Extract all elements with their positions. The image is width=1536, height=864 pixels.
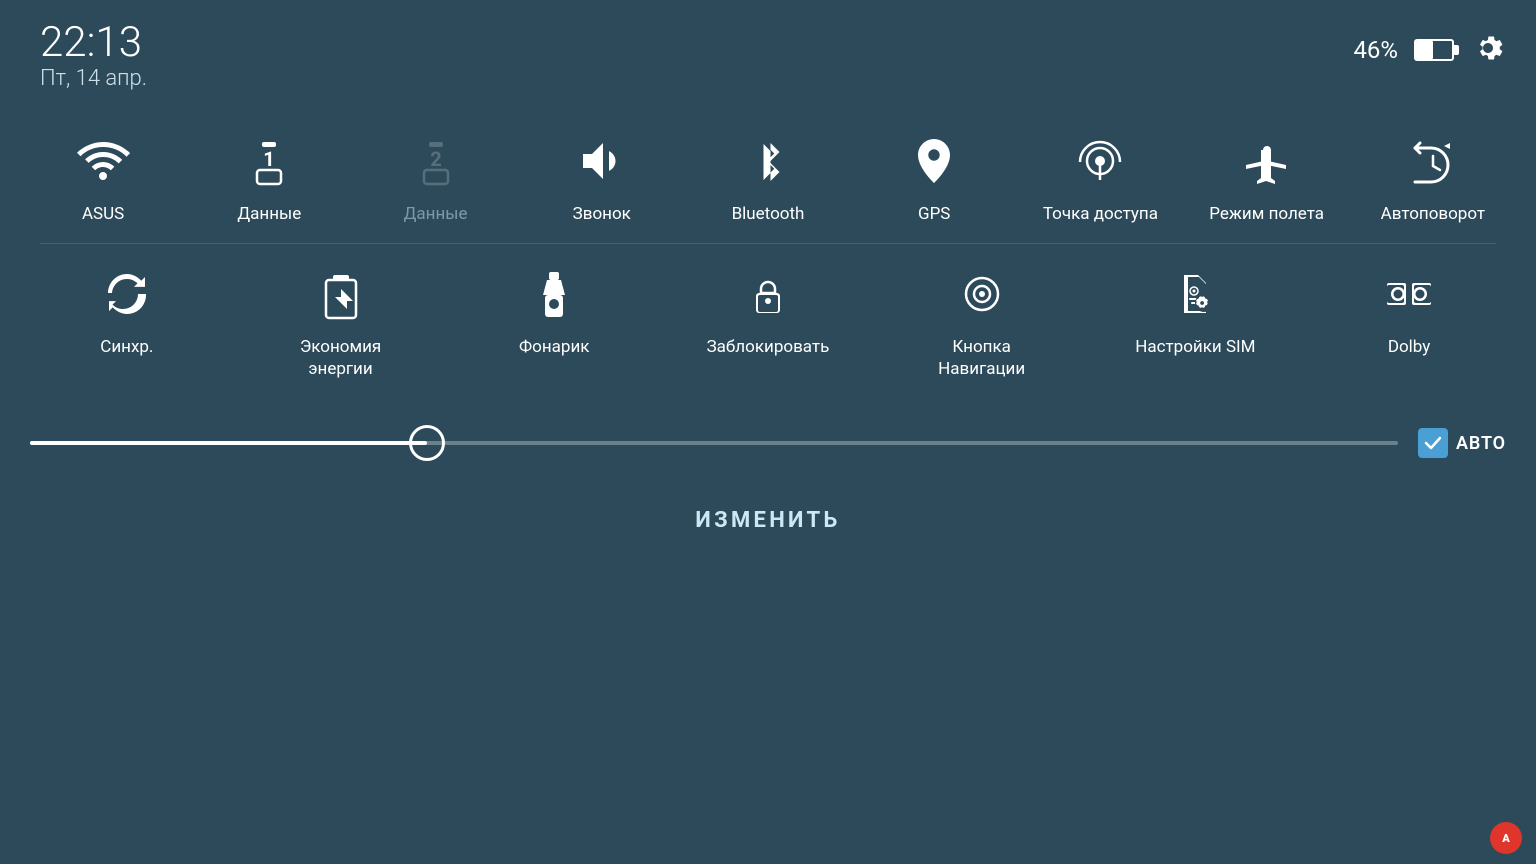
rotate-icon (1401, 129, 1465, 193)
toggle-hotspot-label: Точка доступа (1043, 203, 1158, 225)
toggle-nav-button-label: Кнопка Навигации (920, 336, 1044, 380)
toggle-wifi[interactable]: ASUS (33, 121, 173, 233)
toggles-row-2: Синхр. Экономия энергии (20, 244, 1516, 398)
battery-percentage: 46% (1353, 36, 1398, 64)
toggle-nav-button[interactable]: Кнопка Навигации (912, 254, 1052, 388)
toggles-section: ASUS 1 Данные 2 Данные (0, 101, 1536, 398)
toggle-data2-label: Данные (404, 203, 468, 225)
toggle-bluetooth-label: Bluetooth (732, 203, 805, 225)
toggle-hotspot[interactable]: Точка доступа (1030, 121, 1170, 233)
toggle-airplane-label: Режим полета (1209, 203, 1324, 225)
data2-icon: 2 (404, 129, 468, 193)
toggle-airplane[interactable]: Режим полета (1197, 121, 1337, 233)
toggle-sim-settings-label: Настройки SIM (1135, 336, 1255, 358)
toggle-data1-label: Данные (237, 203, 301, 225)
wifi-icon (71, 129, 135, 193)
auto-checkbox[interactable] (1418, 428, 1448, 458)
toggle-gps[interactable]: GPS (864, 121, 1004, 233)
toggle-flashlight[interactable]: Фонарик (484, 254, 624, 366)
battery-fill (1416, 41, 1433, 59)
bluetooth-icon (736, 129, 800, 193)
toggle-lock-screen-label: Заблокировать (707, 336, 830, 358)
toggle-flashlight-label: Фонарик (519, 336, 589, 358)
toggle-rotate-label: Автоповорот (1381, 203, 1485, 225)
toggle-sync-label: Синхр. (100, 336, 153, 358)
toggle-lock-screen[interactable]: Заблокировать (698, 254, 838, 366)
toggle-gps-label: GPS (918, 203, 950, 225)
brightness-slider[interactable] (30, 441, 1398, 445)
svg-text:1: 1 (264, 147, 275, 171)
sync-icon (95, 262, 159, 326)
header: 22:13 Пт, 14 апр. 46% (0, 0, 1536, 101)
brightness-section: АВТО (0, 408, 1536, 478)
nav-button-icon (950, 262, 1014, 326)
sound-icon (570, 129, 634, 193)
hotspot-icon (1068, 129, 1132, 193)
toggle-dolby[interactable]: Dolby (1339, 254, 1479, 366)
dolby-icon (1377, 262, 1441, 326)
airplane-icon (1235, 129, 1299, 193)
toggle-sim-settings[interactable]: Настройки SIM (1125, 254, 1265, 366)
time-block: 22:13 Пт, 14 апр. (40, 20, 147, 91)
svg-text:2: 2 (430, 147, 441, 171)
auto-label-text: АВТО (1456, 433, 1506, 454)
battery-icon (1414, 39, 1454, 61)
data1-icon: 1 (237, 129, 301, 193)
battery-saver-icon (309, 262, 373, 326)
toggle-bluetooth[interactable]: Bluetooth (698, 121, 838, 233)
change-button[interactable]: ИЗМЕНИТЬ (655, 498, 880, 543)
toggle-sound-label: Звонок (573, 203, 631, 225)
brightness-fill (30, 441, 427, 445)
toggle-battery-saver[interactable]: Экономия энергии (271, 254, 411, 388)
toggle-dolby-label: Dolby (1388, 336, 1430, 358)
sim-settings-icon (1163, 262, 1227, 326)
toggle-battery-saver-label: Экономия энергии (279, 336, 403, 380)
toggle-data2[interactable]: 2 Данные (366, 121, 506, 233)
clock-date: Пт, 14 апр. (40, 66, 147, 91)
settings-icon[interactable] (1470, 30, 1506, 70)
auto-brightness-toggle[interactable]: АВТО (1418, 428, 1506, 458)
flashlight-icon (522, 262, 586, 326)
brightness-thumb[interactable] (409, 425, 445, 461)
clock-time: 22:13 (40, 20, 147, 66)
lock-screen-icon (736, 262, 800, 326)
asus-logo: A (1490, 822, 1522, 854)
status-block: 46% (1353, 20, 1506, 70)
gps-icon (902, 129, 966, 193)
toggle-rotate[interactable]: Автоповорот (1363, 121, 1503, 233)
toggle-data1[interactable]: 1 Данные (199, 121, 339, 233)
change-section: ИЗМЕНИТЬ (0, 498, 1536, 543)
toggle-sound[interactable]: Звонок (532, 121, 672, 233)
toggle-wifi-label: ASUS (82, 203, 124, 225)
toggles-row-1: ASUS 1 Данные 2 Данные (20, 111, 1516, 243)
toggle-sync[interactable]: Синхр. (57, 254, 197, 366)
